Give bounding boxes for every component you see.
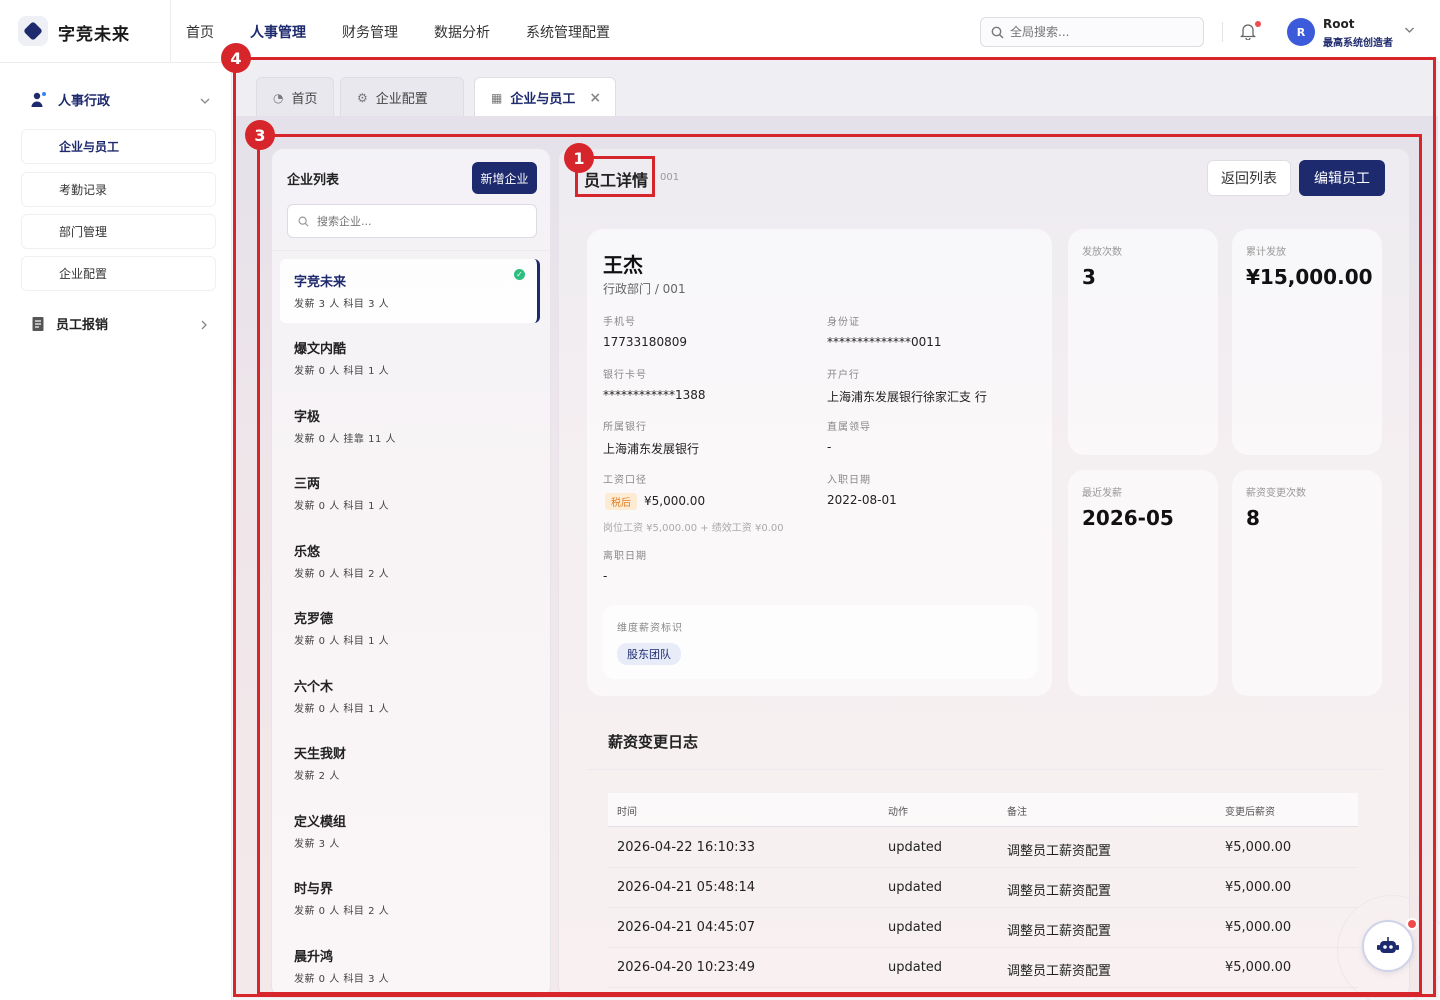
- nav-hr[interactable]: 人事管理: [250, 22, 306, 42]
- chevron-right-icon[interactable]: [200, 320, 208, 330]
- search-icon: [991, 26, 1004, 38]
- bell-icon[interactable]: [1240, 22, 1256, 40]
- avatar[interactable]: R: [1287, 18, 1315, 46]
- user-name[interactable]: Root: [1323, 17, 1354, 31]
- nav-analytics[interactable]: 数据分析: [434, 22, 490, 42]
- sidebar-group-label: 员工报销: [56, 318, 109, 333]
- user-role: 最高系统创造者: [1323, 38, 1393, 49]
- nav-system-config[interactable]: 系统管理配置: [526, 22, 610, 42]
- global-search[interactable]: [980, 17, 1204, 47]
- app-logo[interactable]: [18, 16, 48, 46]
- sidebar-item-company-config[interactable]: 企业配置: [21, 256, 216, 291]
- chevron-down-icon[interactable]: [200, 97, 210, 105]
- sidebar-item-departments[interactable]: 部门管理: [21, 214, 216, 249]
- chevron-down-icon[interactable]: [1404, 26, 1415, 34]
- sidebar-item-attendance[interactable]: 考勤记录: [21, 172, 216, 207]
- sidebar-group-label: 人事行政: [58, 94, 111, 109]
- users-icon: [31, 91, 46, 107]
- nav-home[interactable]: 首页: [186, 22, 214, 42]
- annotation-badge-4: 4: [221, 43, 251, 73]
- nav-finance[interactable]: 财务管理: [342, 22, 398, 42]
- annotation-badge-3: 3: [245, 120, 275, 150]
- topbar-divider: [1222, 22, 1223, 42]
- sidebar-group-hr-admin[interactable]: 人事行政: [30, 90, 110, 109]
- annotation-box-3: [257, 134, 1422, 995]
- global-search-input[interactable]: [1010, 25, 1190, 39]
- logo-icon: [23, 21, 43, 41]
- app-brand: 字竞未来: [58, 25, 130, 45]
- sidebar: 人事行政 企业与员工 考勤记录 部门管理 企业配置 员工报销: [0, 63, 232, 1000]
- sidebar-item-company-employee[interactable]: 企业与员工: [21, 129, 216, 164]
- sidebar-group-reimbursement[interactable]: 员工报销: [30, 314, 108, 333]
- document-icon: [32, 316, 44, 331]
- annotation-badge-1: 1: [564, 143, 594, 173]
- top-bar: 字竞未来 首页 人事管理 财务管理 数据分析 系统管理配置 R Root 最高系…: [0, 0, 1440, 63]
- notification-dot: [1255, 21, 1261, 27]
